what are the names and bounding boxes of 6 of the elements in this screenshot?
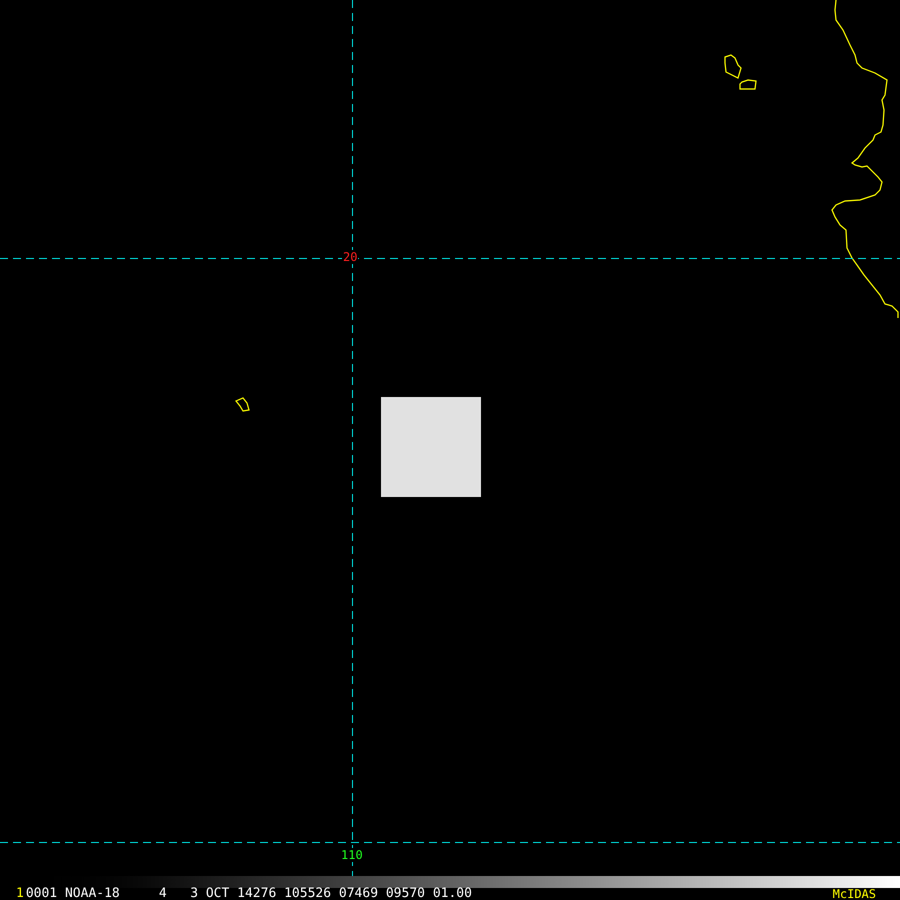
grid-label: 20 (342, 250, 358, 264)
image-info: 0001 NOAA-18 4 3 OCT 14276 105526 07469 09570 01.00 (26, 888, 472, 900)
brand-label: McIDAS (832, 888, 876, 900)
frame-number: 1 (16, 888, 24, 900)
island-outline (235, 397, 250, 412)
grid-label: 110 (340, 848, 364, 862)
